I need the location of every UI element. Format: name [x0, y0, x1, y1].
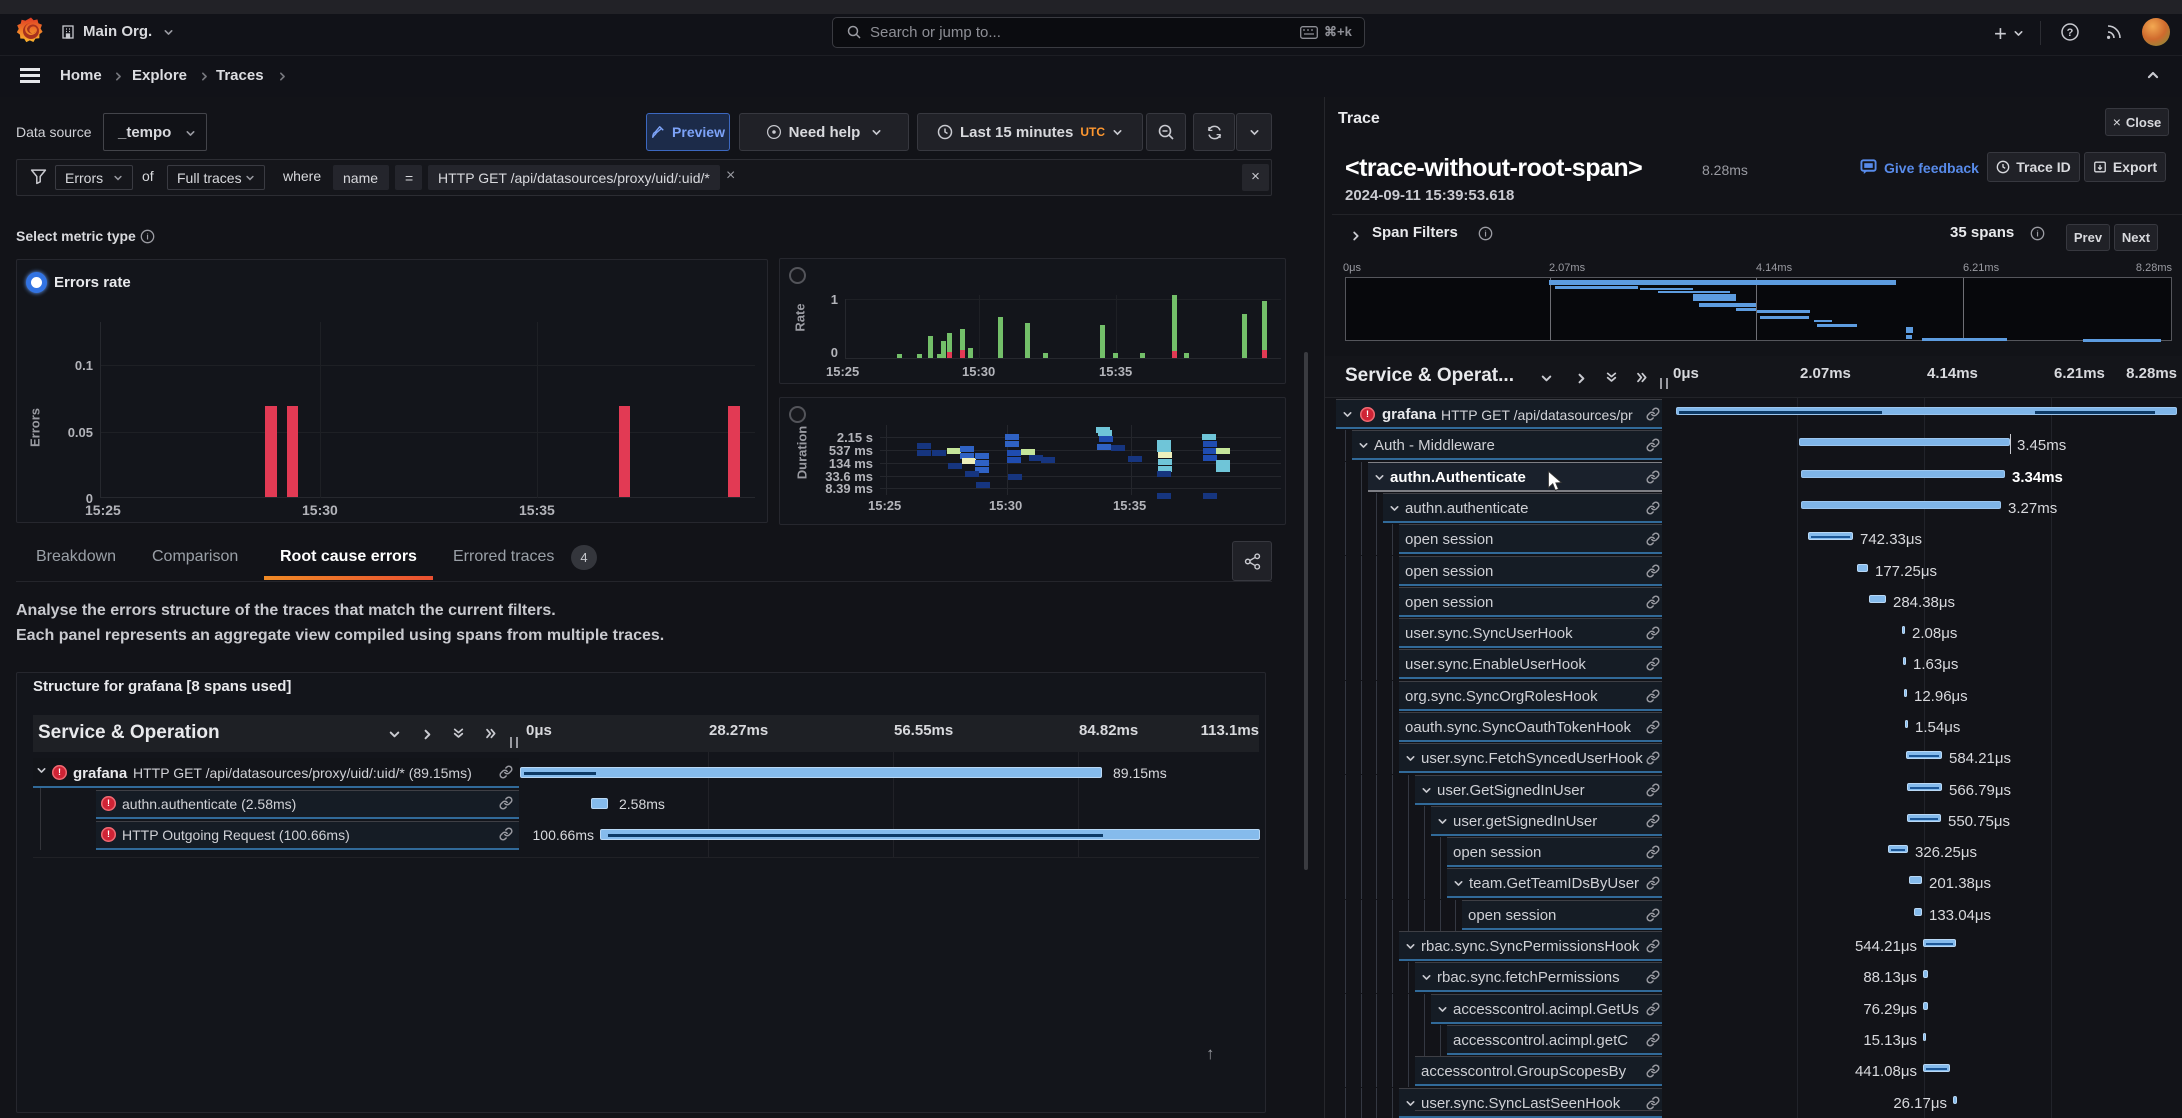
svg-text:i: i	[1484, 229, 1486, 239]
svg-text:i: i	[2036, 229, 2038, 239]
svg-text:i: i	[146, 232, 148, 242]
svg-text:?: ?	[2067, 27, 2074, 39]
